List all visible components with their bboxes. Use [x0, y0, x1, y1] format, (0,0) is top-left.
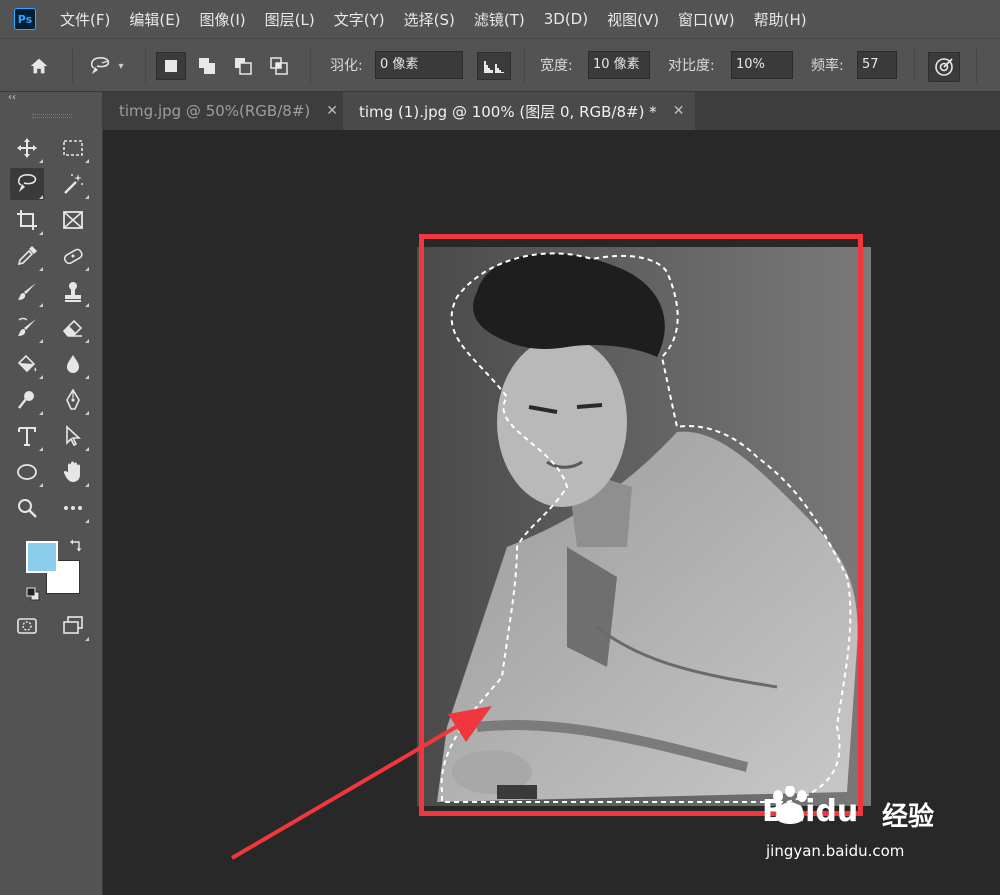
annotation-arrow [230, 706, 492, 860]
watermark-brand-cn: 经验 [882, 802, 935, 832]
baidu-watermark: Baidu 经验 jingyan.baidu.com [762, 778, 968, 878]
watermark-url: jingyan.baidu.com [766, 842, 905, 860]
photoshop-window: Ps 文件(F) 编辑(E) 图像(I) 图层(L) 文字(Y) 选择(S) 滤… [0, 0, 1000, 895]
watermark-brand: Baidu [762, 794, 859, 829]
